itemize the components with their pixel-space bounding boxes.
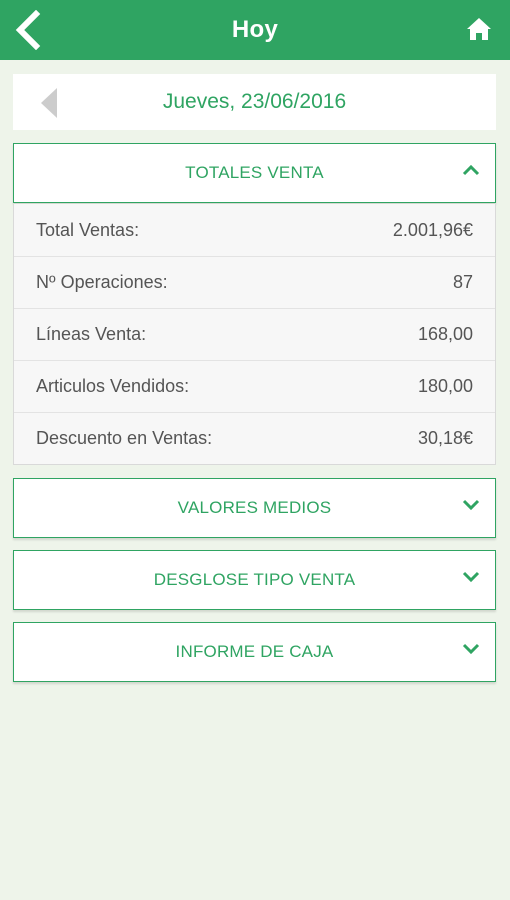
totales-venta-details: Total Ventas: 2.001,96€ Nº Operaciones: …	[13, 204, 496, 465]
detail-value: 2.001,96€	[392, 219, 473, 240]
detail-label: Nº Operaciones:	[36, 272, 168, 292]
detail-value: 87	[452, 272, 473, 292]
chevron-up-icon	[462, 164, 480, 176]
section-header-desglose-tipo-venta[interactable]: DESGLOSE TIPO VENTA	[14, 551, 495, 609]
section-label: TOTALES VENTA	[185, 163, 324, 182]
chevron-down-icon	[462, 643, 480, 655]
section-header-valores-medios[interactable]: VALORES MEDIOS	[14, 479, 495, 537]
detail-row: Descuento en Ventas: 30,18€	[14, 412, 495, 464]
home-button[interactable]	[466, 16, 492, 42]
detail-label: Descuento en Ventas:	[36, 428, 213, 448]
section-label: VALORES MEDIOS	[177, 498, 332, 517]
top-app-bar: Hoy	[0, 0, 510, 60]
chevron-left-icon	[15, 10, 41, 50]
section-valores-medios: VALORES MEDIOS	[13, 478, 496, 538]
chevron-down-icon	[462, 499, 480, 511]
section-informe-de-caja: INFORME DE CAJA	[13, 622, 496, 682]
detail-row: Líneas Venta: 168,00	[14, 308, 495, 360]
detail-label: Total Ventas:	[36, 219, 140, 240]
previous-day-button[interactable]	[39, 88, 61, 118]
section-desglose-tipo-venta: DESGLOSE TIPO VENTA	[13, 550, 496, 610]
section-totales-venta: TOTALES VENTA	[13, 143, 496, 203]
chevron-down-icon	[462, 571, 480, 583]
detail-row: Articulos Vendidos: 180,00	[14, 360, 495, 412]
detail-row: Total Ventas: 2.001,96€	[14, 204, 495, 256]
detail-row: Nº Operaciones: 87	[14, 256, 495, 308]
current-date: Jueves, 23/06/2016	[162, 90, 347, 113]
detail-value: 30,18€	[417, 428, 473, 448]
detail-label: Articulos Vendidos:	[36, 376, 190, 396]
section-label: DESGLOSE TIPO VENTA	[153, 570, 356, 589]
date-navigator: Jueves, 23/06/2016	[13, 74, 496, 130]
detail-value: 180,00	[417, 376, 473, 396]
back-button[interactable]	[10, 8, 48, 52]
detail-value: 168,00	[417, 324, 473, 344]
section-header-informe-de-caja[interactable]: INFORME DE CAJA	[14, 623, 495, 681]
home-icon	[467, 18, 491, 40]
triangle-left-icon	[41, 88, 57, 118]
section-label: INFORME DE CAJA	[175, 642, 334, 661]
detail-label: Líneas Venta:	[36, 324, 147, 344]
page-title: Hoy	[231, 16, 279, 43]
section-header-totales-venta[interactable]: TOTALES VENTA	[14, 144, 495, 202]
